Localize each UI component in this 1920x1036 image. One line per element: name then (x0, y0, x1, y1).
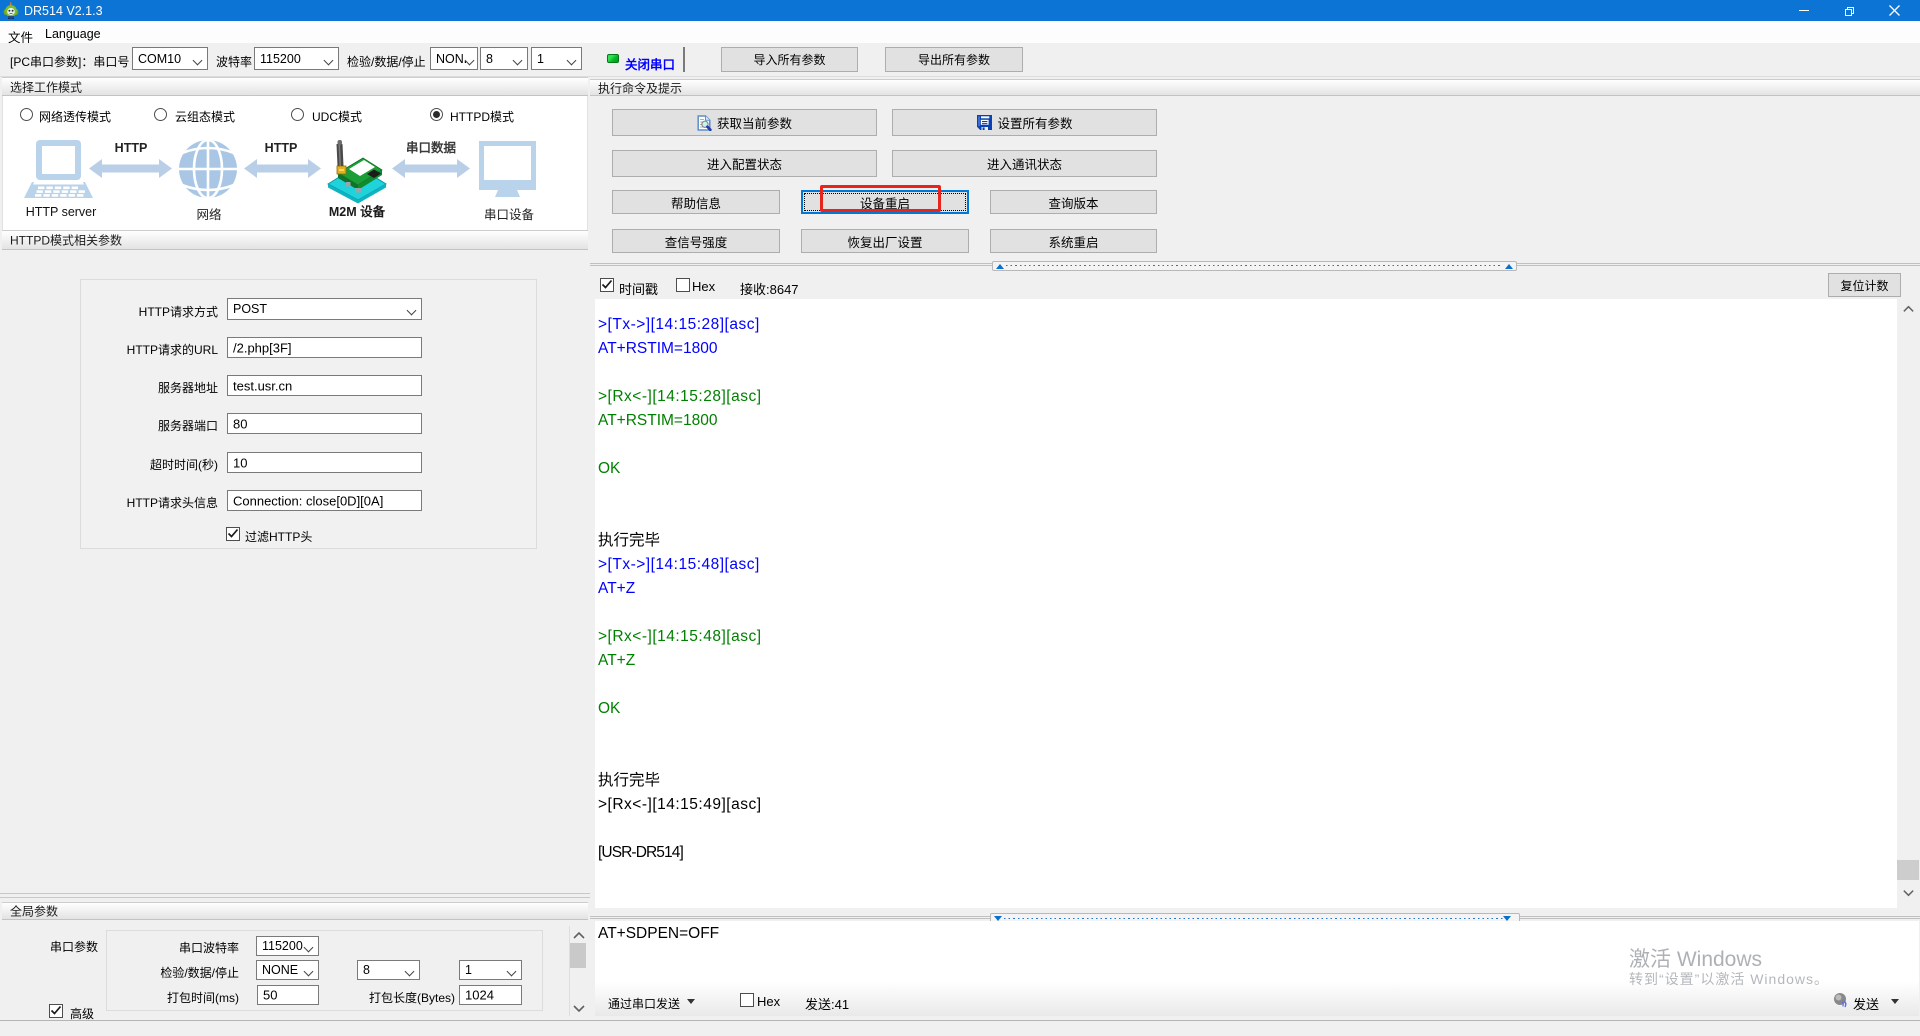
svg-text:网络: 网络 (196, 207, 222, 222)
svg-text:HTTP: HTTP (265, 141, 298, 155)
svg-text:M2M 设备: M2M 设备 (329, 204, 386, 219)
svg-text:HTTP server: HTTP server (26, 205, 97, 219)
svg-text:串口设备: 串口设备 (484, 207, 535, 222)
svg-text:HTTP: HTTP (115, 141, 148, 155)
svg-text:串口数据: 串口数据 (406, 140, 457, 155)
